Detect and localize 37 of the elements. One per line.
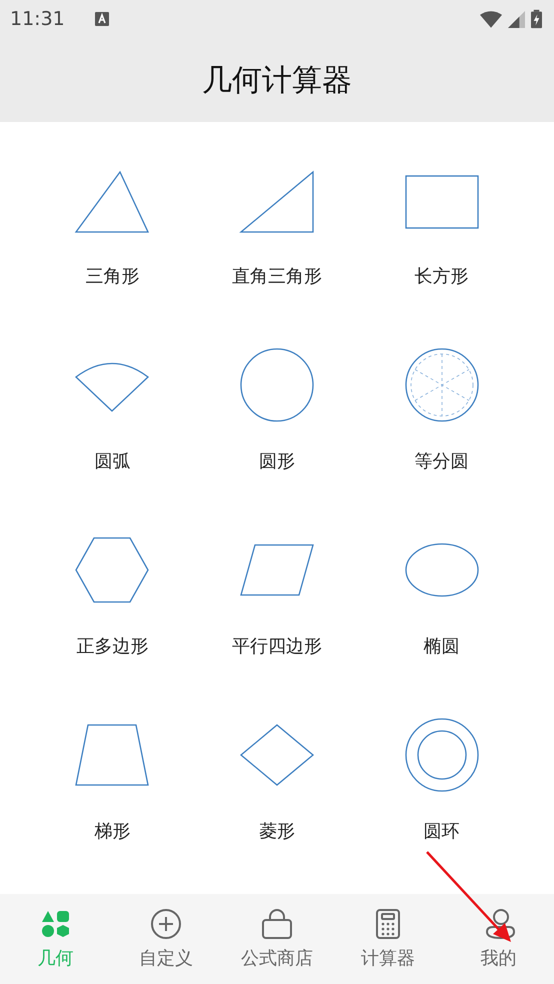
shape-tile[interactable]: 长方形: [359, 122, 524, 307]
shape-label: 等分圆: [414, 450, 469, 473]
nav-tab[interactable]: 自定义: [110, 894, 222, 984]
signal-icon: [508, 10, 525, 28]
wifi-icon: [480, 10, 502, 28]
shape-label: 长方形: [414, 265, 469, 288]
keyboard-icon: [94, 12, 109, 26]
shape-tile[interactable]: 等分圆: [359, 307, 524, 492]
shape-label: 三角形: [85, 265, 140, 288]
plus-circle-icon: [150, 908, 182, 940]
shape-label: 圆形: [258, 450, 295, 473]
app-title: 几何计算器: [202, 62, 352, 100]
shape-label: 直角三角形: [232, 265, 322, 288]
shape-label: 平行四边形: [232, 635, 322, 658]
shape-tile[interactable]: 圆弧: [30, 307, 195, 492]
shape-tile[interactable]: 平行四边形: [194, 492, 360, 677]
shape-tile[interactable]: 圆环: [359, 677, 524, 862]
shape-tile[interactable]: 梯形: [30, 677, 195, 862]
nav-tab[interactable]: 公式商店: [222, 894, 332, 984]
shape-tile[interactable]: 直角三角形: [194, 122, 360, 307]
battery-charging-icon: [531, 9, 542, 29]
shape-tile[interactable]: 三角形: [30, 122, 195, 307]
bag-icon: [260, 908, 293, 940]
shape-label: 圆弧: [94, 450, 130, 473]
shapes-icon: [39, 908, 72, 940]
shape-label: 菱形: [258, 820, 295, 843]
shape-tile[interactable]: 圆形: [194, 307, 360, 492]
shape-label: 梯形: [94, 820, 130, 843]
nav-tab[interactable]: 我的: [443, 894, 554, 984]
shape-tile[interactable]: 正多边形: [30, 492, 195, 677]
nav-tab[interactable]: 计算器: [332, 894, 444, 984]
status-time: 11:31: [10, 8, 65, 30]
shape-label: 圆环: [424, 820, 460, 843]
shape-tile[interactable]: 椭圆: [359, 492, 524, 677]
shape-label: 椭圆: [424, 635, 460, 658]
shape-label: 正多边形: [76, 635, 148, 658]
shape-tile[interactable]: 菱形: [194, 677, 360, 862]
